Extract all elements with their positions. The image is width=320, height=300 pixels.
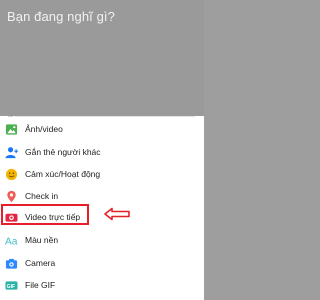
photo-icon xyxy=(5,124,18,135)
live-video-highlight-box xyxy=(1,204,89,225)
annotation-arrow-icon xyxy=(104,207,130,221)
option-label: Gắn thẻ người khác xyxy=(25,147,101,157)
option-label: File GIF xyxy=(25,280,56,290)
tag-people-icon xyxy=(5,147,18,159)
svg-text:Aa: Aa xyxy=(5,237,18,247)
location-pin-icon xyxy=(7,190,16,203)
option-background-color[interactable]: Aa Màu nền xyxy=(0,230,204,253)
text-background-icon: Aa xyxy=(5,237,18,247)
option-label: Cảm xúc/Hoạt động xyxy=(25,169,101,179)
camera-icon xyxy=(5,258,18,269)
emoji-icon xyxy=(5,168,18,181)
option-label: Ảnh/video xyxy=(25,124,63,134)
option-label: Check in xyxy=(25,191,59,201)
option-label: Màu nền xyxy=(25,235,59,245)
option-camera[interactable]: Camera xyxy=(0,253,204,276)
option-feeling-activity[interactable]: Cảm xúc/Hoạt động xyxy=(0,164,204,187)
option-gif[interactable]: GIF File GIF xyxy=(0,275,204,298)
option-label: Camera xyxy=(25,258,56,268)
post-composer[interactable]: Bạn đang nghĩ gì? xyxy=(0,0,204,116)
composer-placeholder[interactable]: Bạn đang nghĩ gì? xyxy=(7,9,115,24)
option-photo-video[interactable]: Ảnh/video xyxy=(0,119,204,142)
svg-text:GIF: GIF xyxy=(7,284,16,290)
gif-icon: GIF xyxy=(5,281,18,290)
option-tag-people[interactable]: Gắn thẻ người khác xyxy=(0,142,204,165)
